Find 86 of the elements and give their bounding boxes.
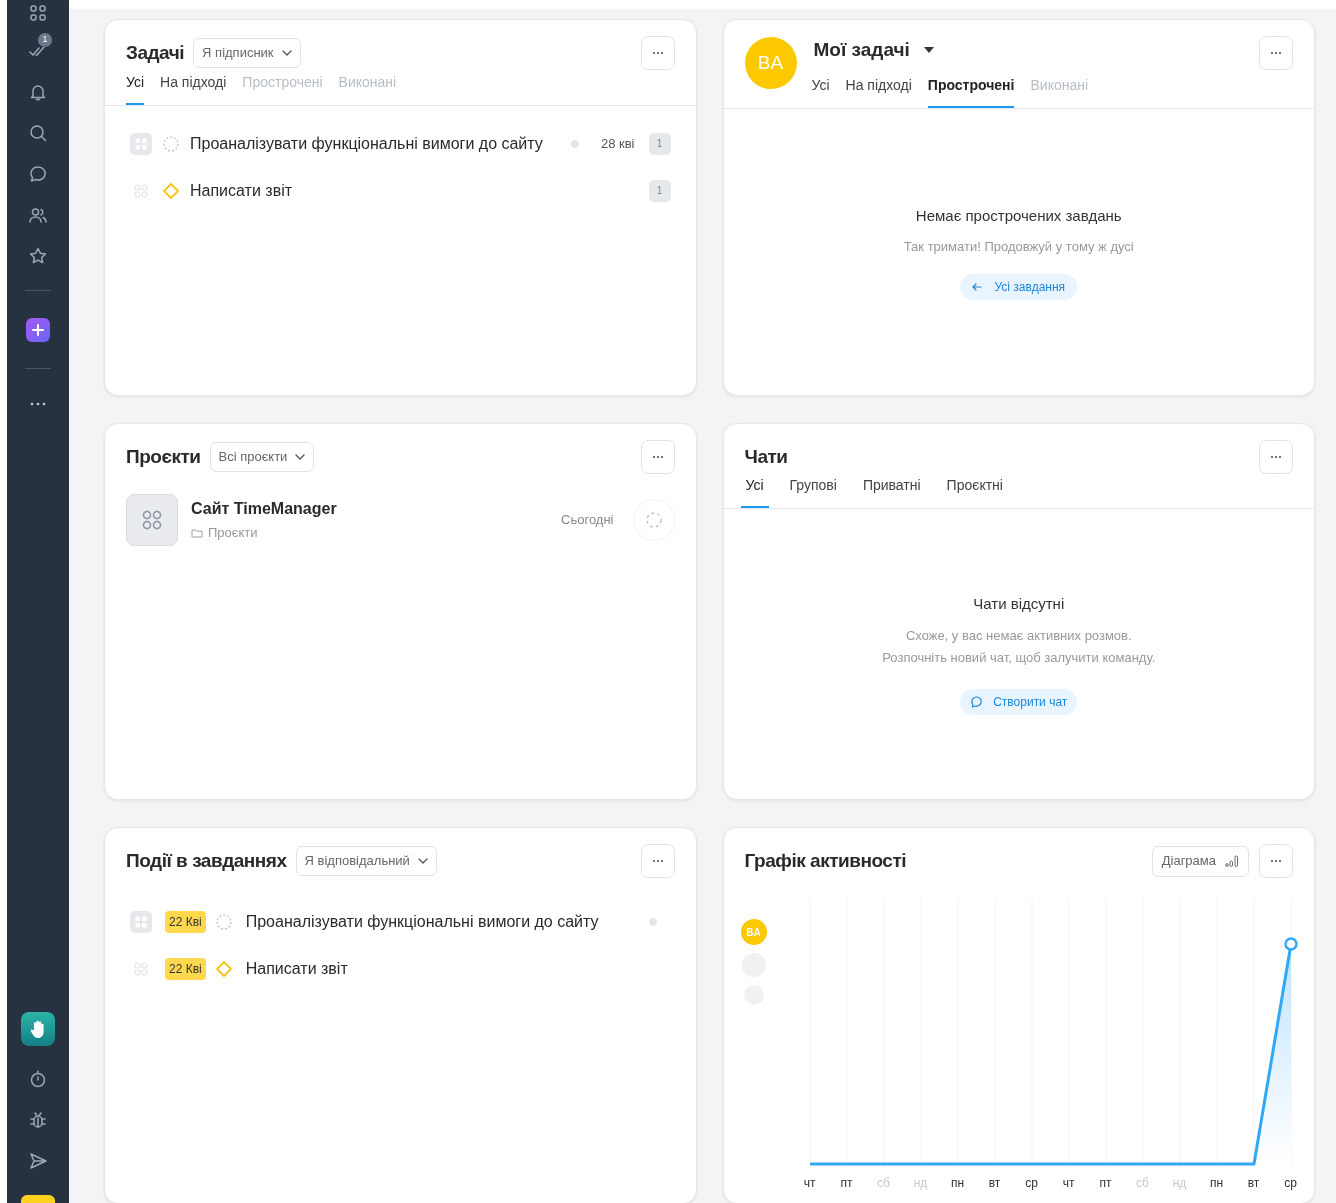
- empty-title: Немає прострочених завдань: [915, 206, 1122, 226]
- all-tasks-button[interactable]: Усі завдання: [960, 274, 1078, 300]
- more-icon: [1270, 455, 1282, 459]
- stopwatch-icon[interactable]: [28, 1069, 48, 1089]
- project-name[interactable]: Сайт TimeManager: [191, 497, 549, 522]
- hand-button[interactable]: [21, 1012, 55, 1046]
- chat-bubble-icon[interactable]: [28, 164, 48, 184]
- hand-icon: [29, 1019, 47, 1039]
- project-folder: Проєкти: [208, 524, 258, 543]
- users-icon[interactable]: [28, 205, 48, 225]
- more-icon: [651, 455, 664, 459]
- title-dropdown[interactable]: Мої задачі: [813, 36, 934, 64]
- axis-label: чт: [803, 1175, 816, 1192]
- chevron-down-icon: [417, 858, 428, 864]
- bug-icon[interactable]: [28, 1110, 48, 1130]
- tab[interactable]: Усі: [811, 75, 830, 108]
- tab[interactable]: На підході: [845, 75, 912, 108]
- apps-icon[interactable]: [28, 3, 48, 23]
- tab[interactable]: Усі: [740, 475, 769, 508]
- axis-label: ср: [1025, 1175, 1038, 1192]
- card-title: Графік активності: [744, 848, 907, 873]
- caret-icon: [923, 47, 934, 53]
- due-date: 28 кві: [600, 134, 635, 153]
- chevron-down-icon: [281, 50, 292, 56]
- project-icon: [126, 494, 178, 546]
- tab[interactable]: Прострочені: [927, 75, 1015, 108]
- tab[interactable]: Проєктні: [941, 475, 1008, 508]
- axis-label: чт: [1062, 1175, 1075, 1192]
- grid-icon: [130, 910, 152, 933]
- chevron-down-icon: [295, 454, 306, 460]
- axis-label: нд: [1172, 1175, 1187, 1192]
- view-dropdown[interactable]: Діаграма: [1151, 845, 1249, 877]
- axis-label: вт: [1247, 1175, 1260, 1192]
- axis-label: пт: [1099, 1175, 1112, 1192]
- count-badge: 1: [648, 179, 671, 202]
- tab[interactable]: Усі: [126, 72, 145, 105]
- axis-label: пн: [1209, 1175, 1224, 1192]
- plus-icon: [32, 324, 44, 336]
- task-title[interactable]: Написати звіт: [245, 956, 671, 981]
- empty-message: Так тримати! Продовжуй у тому ж дусі: [903, 237, 1134, 256]
- date-badge: 22 Кві: [165, 957, 206, 980]
- bar-chart-icon: [1225, 855, 1239, 867]
- empty-title: Чати відсутні: [973, 594, 1065, 614]
- chat-bubble-icon: [970, 694, 985, 709]
- send-icon[interactable]: [28, 1151, 48, 1171]
- grid-icon: [130, 132, 152, 155]
- more-icon: [1270, 51, 1282, 55]
- filter-dropdown[interactable]: Я відповідальний: [295, 846, 437, 876]
- empty-message: Схоже, у вас немає активних розмов. Розпочніть новий чат, щоб залучити команду.: [882, 626, 1156, 667]
- search-icon[interactable]: [28, 123, 48, 143]
- axis-label: сб: [1136, 1175, 1149, 1192]
- project-date: Сьогодні: [561, 511, 614, 530]
- notification-badge: 1: [38, 33, 52, 47]
- star-icon[interactable]: [28, 246, 48, 266]
- axis-label: пт: [840, 1175, 853, 1192]
- task-title[interactable]: Проаналізувати функціональні вимоги до сайту: [190, 131, 561, 156]
- card-title: Проєкти: [126, 444, 201, 469]
- filter-dropdown[interactable]: Я підписник: [193, 38, 301, 68]
- dot-icon: [648, 917, 657, 926]
- count-badge: 1: [648, 132, 671, 155]
- dot-icon: [570, 139, 579, 148]
- filter-dropdown[interactable]: Всі проєкти: [209, 442, 315, 472]
- card-title: Задачі: [126, 40, 185, 65]
- axis-label: ср: [1284, 1175, 1297, 1192]
- user-avatar: BA: [744, 37, 797, 89]
- arrow-left-icon: [972, 283, 983, 291]
- task-title[interactable]: Проаналізувати функціональні вимоги до сайту: [245, 909, 636, 934]
- card-title: Чати: [744, 444, 788, 469]
- more-icon: [651, 51, 664, 55]
- create-chat-button[interactable]: Створити чат: [960, 688, 1078, 715]
- avatar-icon[interactable]: [21, 1195, 55, 1203]
- axis-label: нд: [913, 1175, 928, 1192]
- more-icon: [1270, 859, 1282, 863]
- axis-label: сб: [877, 1175, 890, 1192]
- tab[interactable]: Приватні: [857, 475, 926, 508]
- card-title: Події в завданнях: [126, 848, 287, 873]
- tab[interactable]: Групові: [784, 475, 842, 508]
- axis-label: вт: [988, 1175, 1001, 1192]
- folder-icon: [191, 528, 203, 538]
- tab[interactable]: На підході: [160, 72, 227, 105]
- bell-icon[interactable]: [28, 82, 48, 102]
- add-button[interactable]: [26, 318, 50, 342]
- date-badge: 22 Кві: [165, 910, 206, 933]
- more-icon: [651, 859, 664, 863]
- axis-label: пн: [950, 1175, 965, 1192]
- task-title[interactable]: Написати звіт: [190, 178, 639, 203]
